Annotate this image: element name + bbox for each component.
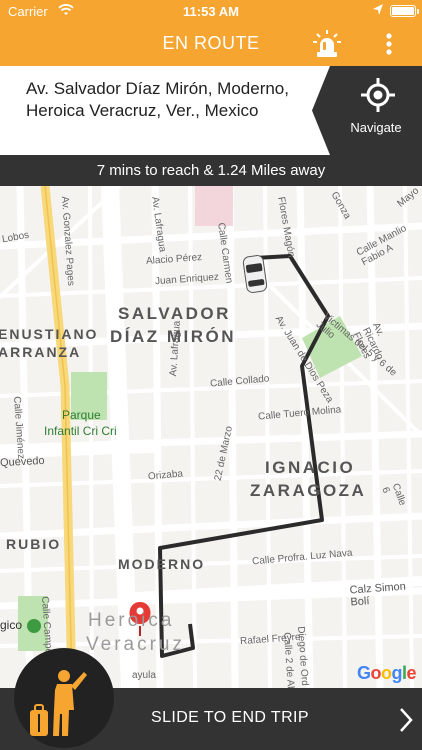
page-title: EN ROUTE <box>162 33 260 53</box>
more-vertical-icon[interactable] <box>378 30 400 58</box>
poi-label: Parque <box>62 408 101 422</box>
navigate-label: Navigate <box>350 120 402 135</box>
location-target-icon <box>361 78 395 112</box>
chevron-right-icon <box>400 708 413 732</box>
map-view[interactable]: SALVADOR DÍAZ MIRÓN IGNACIO ZARAGOZA ENU… <box>0 186 422 688</box>
area-label: MODERNO <box>118 556 206 572</box>
area-label: ENUSTIANO <box>0 326 99 342</box>
status-bar: Carrier 11:53 AM <box>0 0 422 22</box>
eta-banner: 7 mins to reach & 1.24 Miles away <box>0 155 422 186</box>
destination-address: Av. Salvador Díaz Mirón, Moderno, Heroic… <box>26 79 289 120</box>
google-logo: Google <box>356 663 417 683</box>
area-label: ZARAGOZA <box>250 481 367 500</box>
nav-bar: EN ROUTE <box>0 22 422 66</box>
street-label: ayula <box>132 670 156 681</box>
area-label: Veracruz <box>86 634 185 655</box>
slide-label: SLIDE TO END TRIP <box>151 709 309 726</box>
siren-icon[interactable] <box>311 28 343 60</box>
location-arrow-icon <box>373 4 383 15</box>
driver-luggage-icon <box>30 670 87 736</box>
area-label: Heroica <box>88 610 175 631</box>
battery-icon <box>390 5 416 17</box>
area-label: IGNACIO <box>265 458 356 477</box>
area-label: ARRANZA <box>0 344 82 360</box>
street-label: Calz Simon Bolí <box>349 580 407 609</box>
poi-label: Infantil Cri Cri <box>44 424 117 438</box>
battery-tip <box>417 9 419 14</box>
street-label: gico <box>0 618 23 632</box>
status-time: 11:53 AM <box>183 4 239 19</box>
area-label: RUBIO <box>6 536 62 552</box>
